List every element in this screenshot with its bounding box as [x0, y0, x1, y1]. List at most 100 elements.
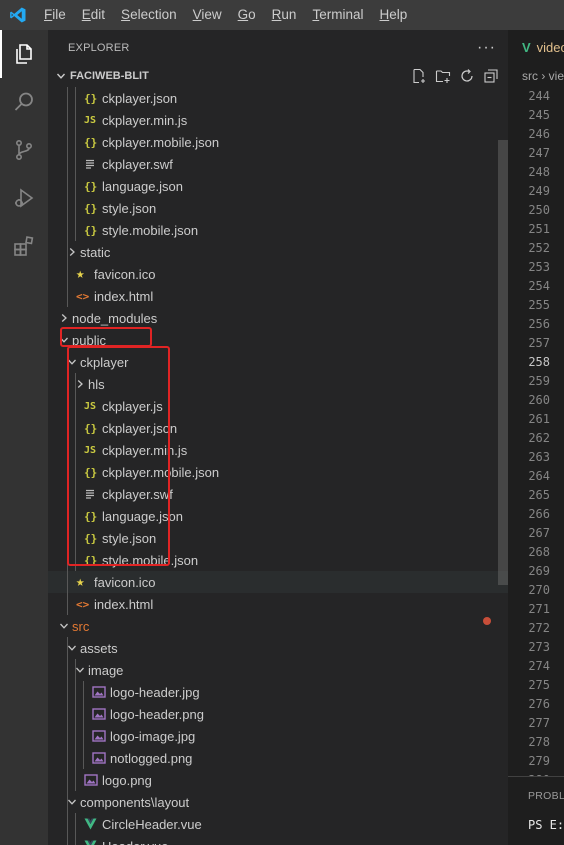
- tree-item-label: Header.vue: [102, 839, 169, 845]
- compact-folder-label: layout: [154, 794, 190, 810]
- tree-file[interactable]: {} ckplayer.mobile.json: [48, 131, 508, 153]
- indent-guide: [75, 659, 76, 681]
- indent-guide: [75, 747, 76, 769]
- line-number: 269: [528, 564, 550, 578]
- tree-file[interactable]: logo-header.png: [48, 703, 508, 725]
- line-number: 279: [528, 754, 550, 768]
- line-number: 248: [528, 165, 550, 179]
- indent-guide: [75, 109, 76, 131]
- indent-guide: [67, 769, 68, 791]
- tree-file[interactable]: notlogged.png: [48, 747, 508, 769]
- explorer-icon[interactable]: [0, 30, 48, 78]
- line-number: 274: [528, 659, 550, 673]
- line-number-gutter: 244 245 246 247 248 249 250 251 252 253 254 255 256 2…: [508, 87, 564, 790]
- collapse-all-icon[interactable]: [482, 67, 500, 85]
- tree-item-label: CircleHeader.vue: [102, 816, 202, 832]
- tree-file[interactable]: logo.png: [48, 769, 508, 791]
- line-number: 260: [528, 393, 550, 407]
- tree-file[interactable]: Header.vue: [48, 835, 508, 845]
- tree-folder[interactable]: node_modules: [48, 307, 508, 329]
- tree-folder[interactable]: components \ layout: [48, 791, 508, 813]
- menu-selection[interactable]: Selection: [113, 0, 185, 30]
- tree-file[interactable]: ★ favicon.ico: [48, 263, 508, 285]
- tree-file[interactable]: CircleHeader.vue: [48, 813, 508, 835]
- indent-guide: [67, 747, 68, 769]
- line-number: 256: [528, 317, 550, 331]
- tab-label: video.vue: [536, 40, 564, 55]
- indent-guide: [67, 593, 68, 615]
- indent-guide: [75, 87, 76, 109]
- indent-guide: [67, 637, 68, 659]
- line-number: 258: [528, 355, 550, 369]
- favicon-file-icon: ★: [76, 266, 85, 282]
- image-file-icon: [92, 686, 110, 698]
- tree-item-label: static: [80, 244, 111, 260]
- more-actions-button[interactable]: ···: [477, 39, 496, 57]
- indent-guide: [67, 681, 68, 703]
- indent-guide: [67, 241, 68, 263]
- tree-file[interactable]: <> index.html: [48, 593, 508, 615]
- editor-area: V video.vue src › views 2442452462472482…: [508, 30, 564, 845]
- tab-problems[interactable]: PROBLEMS: [508, 777, 564, 812]
- tree-folder[interactable]: assets: [48, 637, 508, 659]
- tree-folder[interactable]: src: [48, 615, 508, 637]
- line-number: 250: [528, 203, 550, 217]
- tree-file[interactable]: {} ckplayer.json: [48, 87, 508, 109]
- chevron-right-icon[interactable]: [56, 307, 72, 329]
- js-file-icon: JS: [84, 114, 97, 126]
- menu-help[interactable]: Help: [371, 0, 415, 30]
- chevron-down-icon: [52, 71, 70, 81]
- extensions-icon[interactable]: [0, 222, 48, 270]
- search-icon[interactable]: [0, 78, 48, 126]
- breadcrumb[interactable]: src › views: [508, 65, 564, 87]
- tree-item-label: notlogged.png: [110, 750, 193, 766]
- tree-file[interactable]: {} style.json: [48, 197, 508, 219]
- workspace-header[interactable]: FACIWEB-BLIT: [48, 65, 508, 87]
- tree-item-label: style.json: [102, 200, 157, 216]
- image-file-icon: [92, 730, 110, 742]
- indent-guide: [75, 703, 76, 725]
- line-number: 263: [528, 450, 550, 464]
- indent-guide: [75, 813, 76, 835]
- refresh-icon[interactable]: [458, 67, 476, 85]
- menu-view[interactable]: View: [185, 0, 230, 30]
- tree-item-label: style.mobile.json: [102, 222, 199, 238]
- editor-tab[interactable]: V video.vue: [508, 30, 564, 65]
- menu-edit[interactable]: Edit: [74, 0, 113, 30]
- menu-go[interactable]: Go: [230, 0, 264, 30]
- new-folder-icon[interactable]: [434, 67, 452, 85]
- tree-file[interactable]: logo-image.jpg: [48, 725, 508, 747]
- indent-guide: [75, 219, 76, 241]
- new-file-icon[interactable]: [410, 67, 428, 85]
- tree-file[interactable]: {} style.mobile.json: [48, 219, 508, 241]
- indent-guide: [75, 835, 76, 845]
- tree-file[interactable]: ckplayer.swf: [48, 153, 508, 175]
- menu-terminal[interactable]: Terminal: [304, 0, 371, 30]
- tree-item-label: ckplayer.min.js: [102, 112, 188, 128]
- source-control-icon[interactable]: [0, 126, 48, 174]
- indent-guide: [67, 703, 68, 725]
- tree-item-label: ckplayer.mobile.json: [102, 134, 220, 150]
- menu-run[interactable]: Run: [264, 0, 305, 30]
- terminal-prompt[interactable]: PS E:\: [508, 818, 564, 832]
- annotation-box-ckplayer: [67, 346, 170, 566]
- tree-file[interactable]: ★ favicon.ico: [48, 571, 508, 593]
- tree-folder[interactable]: image: [48, 659, 508, 681]
- line-number: 271: [528, 602, 550, 616]
- tree-item-label: ckplayer.swf: [102, 156, 173, 172]
- menu-file[interactable]: File: [36, 0, 74, 30]
- tree-file[interactable]: JS ckplayer.min.js: [48, 109, 508, 131]
- line-number: 275: [528, 678, 550, 692]
- workspace-actions: [410, 65, 500, 87]
- annotation-box-public: [60, 327, 152, 347]
- json-file-icon: {}: [84, 91, 98, 105]
- run-debug-icon[interactable]: [0, 174, 48, 222]
- chevron-down-icon[interactable]: [56, 615, 72, 637]
- line-number: 273: [528, 640, 550, 654]
- sidebar-scrollbar-thumb[interactable]: [498, 140, 508, 585]
- tree-item-label: favicon.ico: [94, 266, 156, 282]
- tree-file[interactable]: {} language.json: [48, 175, 508, 197]
- tree-file[interactable]: <> index.html: [48, 285, 508, 307]
- tree-file[interactable]: logo-header.jpg: [48, 681, 508, 703]
- tree-folder[interactable]: static: [48, 241, 508, 263]
